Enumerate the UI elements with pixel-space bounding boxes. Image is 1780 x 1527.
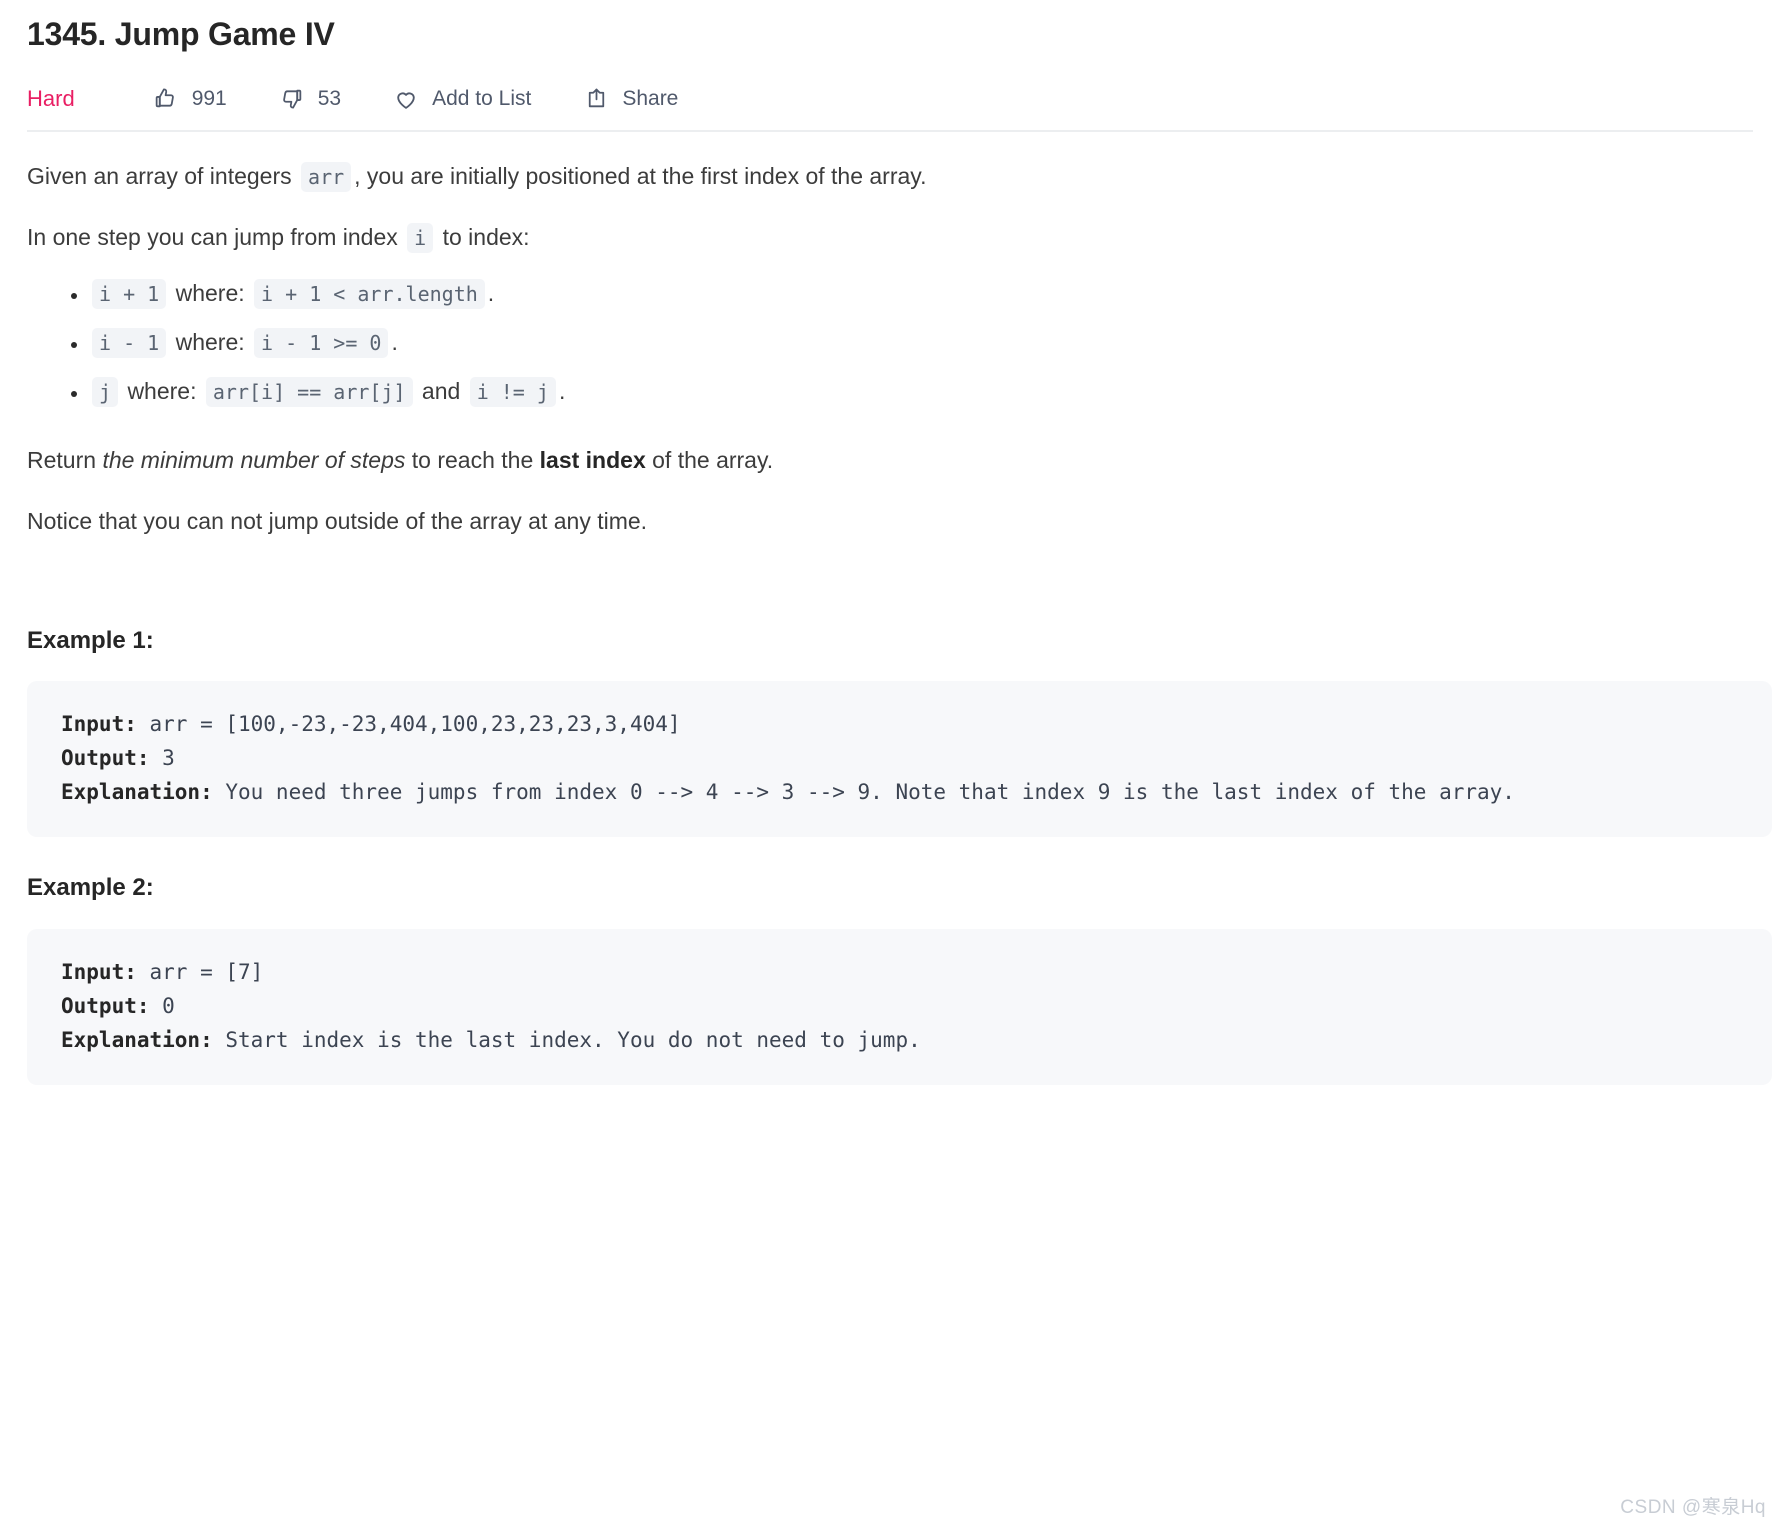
example-2-explanation-label: Explanation: (61, 1027, 213, 1052)
list-item: i + 1 where: i + 1 < arr.length. (89, 274, 1753, 313)
problem-description: Given an array of integers arr, you are … (27, 132, 1772, 1085)
csdn-watermark: CSDN @寒泉Hq (1620, 1497, 1766, 1518)
rule-1-tail: . (487, 280, 495, 307)
rule-3-where: where: (127, 378, 197, 405)
example-2-input-value: arr = [7] (136, 959, 264, 984)
desc-p3-text-a: Return (27, 446, 97, 473)
rule-3-code-2: arr[i] == arr[j] (205, 377, 413, 408)
example-2-code-block: Input: arr = [7] Output: 0 Explanation: … (27, 928, 1772, 1085)
example-gap (27, 837, 1753, 869)
example-2-input-label: Input: (61, 959, 137, 984)
desc-p3-text-b: to reach the (411, 446, 534, 473)
rule-2-tail: . (391, 329, 398, 356)
jump-rules-list: i + 1 where: i + 1 < arr.length. i - 1 w… (27, 274, 1753, 411)
desc-p3-text-c: of the array. (652, 446, 774, 473)
example-2-explanation-value: Start index is the last index. You do no… (212, 1027, 921, 1052)
example-1-code-block: Input: arr = [100,-23,-23,404,100,23,23,… (27, 681, 1772, 838)
dislike-button[interactable]: 53 (279, 86, 341, 112)
heart-icon (393, 86, 419, 112)
share-label: Share (622, 87, 679, 111)
inline-code-arr: arr (301, 161, 352, 192)
rule-2-code-2: i - 1 >= 0 (254, 328, 389, 359)
like-button[interactable]: 991 (153, 86, 227, 112)
rule-3-tail: . (558, 378, 566, 405)
description-paragraph-3: Return the minimum number of steps to re… (27, 422, 1753, 483)
problem-action-bar: Hard 991 53 Add to List Share (27, 68, 1753, 130)
difficulty-badge: Hard (27, 85, 75, 111)
desc-p3-italic: the minimum number of steps (102, 446, 406, 473)
description-paragraph-1: Given an array of integers arr, you are … (27, 138, 1753, 199)
example-2-heading: Example 2: (27, 874, 154, 902)
dislike-count: 53 (317, 87, 342, 111)
page-title: 1345. Jump Game IV (27, 16, 335, 52)
example-1-output-label: Output: (61, 746, 150, 771)
desc-p1-text-b: , you are initially positioned at the fi… (354, 162, 927, 189)
thumbs-down-icon (279, 86, 305, 112)
desc-p1-text-a: Given an array of integers (27, 162, 292, 189)
description-paragraph-4: Notice that you can not jump outside of … (27, 507, 648, 534)
desc-p2-text-a: In one step you can jump from index (27, 223, 398, 250)
like-count: 991 (191, 87, 227, 111)
list-item: j where: arr[i] == arr[j] and i != j. (89, 372, 1753, 411)
description-paragraph-2: In one step you can jump from index i to… (27, 199, 1753, 260)
share-button[interactable]: Share (583, 86, 678, 112)
example-1-output-value: 3 (149, 746, 175, 771)
rule-2-code-1: i - 1 (92, 328, 167, 359)
desc-p2-text-b: to index: (442, 223, 530, 250)
add-to-list-button[interactable]: Add to List (393, 86, 531, 112)
example-1-input-value: arr = [100,-23,-23,404,100,23,23,23,3,40… (136, 712, 681, 737)
example-1-input-label: Input: (61, 712, 137, 737)
desc-p3-bold: last index (539, 446, 646, 473)
rule-1-where: where: (175, 280, 245, 307)
rule-1-code-1: i + 1 (92, 279, 167, 310)
problem-page: 1345. Jump Game IV Hard 991 53 Add to Li… (0, 0, 1780, 1527)
rule-3-code-3: i != j (469, 377, 556, 408)
inline-code-i: i (407, 222, 434, 253)
rule-3-code-1: j (92, 377, 119, 408)
example-1-explanation-label: Explanation: (61, 780, 213, 805)
rule-2-where: where: (175, 329, 245, 356)
list-item: i - 1 where: i - 1 >= 0. (89, 323, 1753, 362)
rule-3-and: and (421, 378, 461, 405)
example-1-heading: Example 1: (27, 627, 154, 655)
thumbs-up-icon (153, 86, 179, 112)
share-icon (583, 86, 609, 112)
example-1-explanation-value: You need three jumps from index 0 --> 4 … (212, 780, 1515, 805)
add-to-list-label: Add to List (432, 87, 532, 111)
rule-1-code-2: i + 1 < arr.length (254, 279, 485, 310)
example-2-output-value: 0 (149, 993, 175, 1018)
example-2-output-label: Output: (61, 993, 150, 1018)
